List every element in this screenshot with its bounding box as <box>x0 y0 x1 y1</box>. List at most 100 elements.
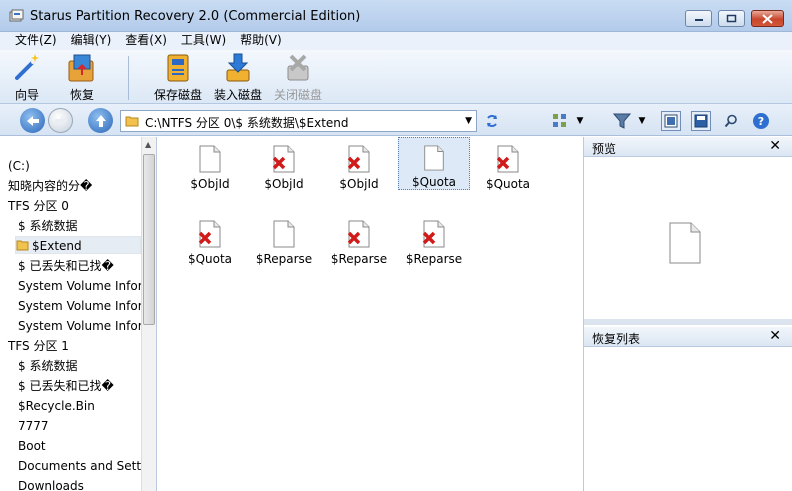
recover-button[interactable]: 恢复 <box>65 52 99 103</box>
chevron-down-icon: ▼ <box>638 116 646 126</box>
file-name: $Reparse <box>255 252 313 266</box>
file-item-selected[interactable]: $Quota <box>398 137 470 190</box>
file-name: $Quota <box>485 177 531 191</box>
tree-item[interactable]: $ 已丢失和已找� <box>18 377 114 395</box>
tree-item[interactable]: TFS 分区 0 <box>8 197 69 215</box>
document-icon <box>424 145 444 171</box>
svg-text:?: ? <box>758 115 764 128</box>
menu-help[interactable]: 帮助(V) <box>233 32 289 50</box>
document-icon <box>423 220 445 248</box>
arrow-right-icon <box>54 115 67 126</box>
tree-item[interactable]: 知晓内容的分� <box>8 177 92 195</box>
address-bar[interactable]: C:\NTFS 分区 0\$ 系统数据\$Extend ▼ <box>120 110 477 132</box>
panel-splitter[interactable] <box>584 319 792 325</box>
save-disk-button[interactable]: 保存磁盘 <box>154 52 202 103</box>
load-disk-label: 装入磁盘 <box>214 88 263 102</box>
back-button[interactable] <box>20 108 45 133</box>
window-title: Starus Partition Recovery 2.0 (Commercia… <box>30 9 361 24</box>
file-name: $Reparse <box>330 252 388 266</box>
preview-panel-header: 预览 ✕ <box>584 137 792 157</box>
forward-button[interactable] <box>48 108 73 133</box>
close-disk-label: 关闭磁盘 <box>274 88 323 102</box>
close-disk-icon <box>287 54 309 81</box>
folder-icon <box>16 240 29 251</box>
menu-view[interactable]: 查看(X) <box>118 32 174 50</box>
menu-file[interactable]: 文件(Z) <box>8 32 64 50</box>
preview-pane-icon <box>664 114 678 128</box>
folder-icon <box>125 116 139 127</box>
toolbar-separator <box>128 56 129 100</box>
tree-item[interactable]: Downloads <box>18 477 84 491</box>
load-disk-icon <box>226 53 250 82</box>
arrow-up-icon <box>95 114 106 127</box>
close-icon[interactable]: ✕ <box>769 138 781 154</box>
save-disk-label: 保存磁盘 <box>154 88 203 102</box>
close-icon[interactable]: ✕ <box>769 328 781 344</box>
tree-item-label: $Extend <box>32 239 82 253</box>
tree-item[interactable]: $ 系统数据 <box>18 357 77 375</box>
grid-view-icon <box>553 114 566 127</box>
tree-item[interactable]: Boot <box>18 437 46 455</box>
maximize-button[interactable] <box>718 10 745 27</box>
tree-item[interactable]: $ 已丢失和已找� <box>18 257 114 275</box>
tree-item[interactable]: $ 系统数据 <box>18 217 77 235</box>
view-mode-dropdown[interactable]: ▼ <box>574 111 586 131</box>
load-disk-button[interactable]: 装入磁盘 <box>214 52 262 103</box>
minimize-icon <box>694 18 703 21</box>
tree-item[interactable]: Documents and Setting <box>18 457 156 475</box>
save-list-button[interactable] <box>691 111 711 131</box>
help-button[interactable]: ? <box>751 111 771 131</box>
filter-button[interactable] <box>612 111 632 131</box>
file-item[interactable]: $Reparse <box>323 218 395 268</box>
file-name: $ObjId <box>190 177 230 191</box>
chevron-down-icon[interactable]: ▼ <box>465 116 472 126</box>
file-item[interactable]: $Quota <box>472 143 544 193</box>
tree-item[interactable]: System Volume Inform <box>18 297 154 315</box>
title-bar: Starus Partition Recovery 2.0 (Commercia… <box>0 0 792 32</box>
search-button[interactable] <box>721 111 741 131</box>
tree-scrollbar[interactable]: ▲ <box>141 137 156 491</box>
recovery-list-title: 恢复列表 <box>592 332 641 346</box>
maximize-icon <box>726 14 737 23</box>
tree-item[interactable]: (C:) <box>8 157 30 175</box>
file-item[interactable]: $ObjId <box>248 143 320 193</box>
file-item[interactable]: $Quota <box>174 218 246 268</box>
chevron-up-icon[interactable]: ▲ <box>145 140 151 149</box>
document-icon <box>273 145 295 173</box>
close-icon <box>762 13 773 24</box>
file-item[interactable]: $ObjId <box>323 143 395 193</box>
menu-tools[interactable]: 工具(W) <box>174 32 233 50</box>
preview-pane-toggle[interactable] <box>661 111 681 131</box>
close-button[interactable] <box>751 10 784 27</box>
close-disk-button[interactable]: 关闭磁盘 <box>274 52 322 103</box>
side-panels: 预览 ✕ 恢复列表 ✕ <box>583 137 792 491</box>
save-disk-icon <box>167 54 189 82</box>
view-mode-button[interactable] <box>550 111 570 131</box>
help-icon: ? <box>753 113 769 129</box>
tree-item[interactable]: System Volume Inform <box>18 277 154 295</box>
tree-item[interactable]: System Volume Inform <box>18 317 154 335</box>
minimize-button[interactable] <box>685 10 712 27</box>
file-item[interactable]: $Reparse <box>248 218 320 268</box>
app-icon <box>9 9 24 22</box>
menu-edit[interactable]: 编辑(Y) <box>64 32 119 50</box>
tree-item-selected[interactable]: $Extend <box>15 236 141 254</box>
navigation-bar: C:\NTFS 分区 0\$ 系统数据\$Extend ▼ ▼ ▼ ? <box>0 104 792 136</box>
document-icon <box>199 145 221 173</box>
document-icon <box>669 222 701 264</box>
tree-item[interactable]: $Recycle.Bin <box>18 397 95 415</box>
file-item[interactable]: $Reparse <box>398 218 470 268</box>
wizard-button[interactable]: 向导 <box>10 52 44 103</box>
file-item[interactable]: $ObjId <box>174 143 246 193</box>
tree-item[interactable]: TFS 分区 1 <box>8 337 69 355</box>
filter-dropdown[interactable]: ▼ <box>636 111 648 131</box>
menu-bar: 文件(Z) 编辑(Y) 查看(X) 工具(W) 帮助(V) <box>0 32 792 50</box>
up-button[interactable] <box>88 108 113 133</box>
refresh-icon <box>487 115 497 127</box>
tree-item[interactable]: 7777 <box>18 417 49 435</box>
arrow-left-icon <box>26 115 39 126</box>
scrollbar-thumb[interactable] <box>143 154 155 325</box>
recover-icon <box>68 54 94 82</box>
wizard-label: 向导 <box>14 88 39 102</box>
refresh-button[interactable] <box>482 111 502 131</box>
